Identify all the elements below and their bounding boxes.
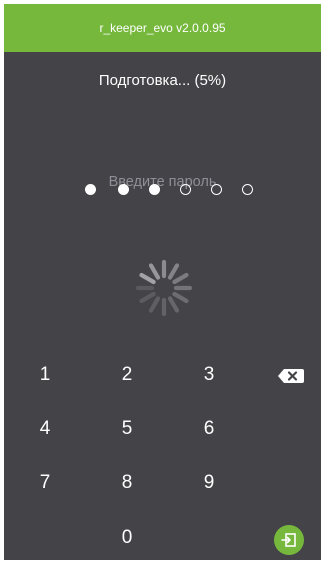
app-screen: r_keeper_evo v2.0.0.95 Подготовка... (5%… xyxy=(4,4,321,560)
key-4[interactable]: 4 xyxy=(20,412,70,446)
key-8[interactable]: 8 xyxy=(102,466,152,500)
pin-dot-empty xyxy=(180,184,191,195)
enter-login-button[interactable] xyxy=(274,525,304,555)
pin-dot-filled xyxy=(118,184,129,195)
pin-dot-empty xyxy=(242,184,253,195)
key-5[interactable]: 5 xyxy=(102,412,152,446)
pin-dot-empty xyxy=(211,184,222,195)
key-3[interactable]: 3 xyxy=(184,358,234,392)
key-0[interactable]: 0 xyxy=(102,521,152,555)
key-1[interactable]: 1 xyxy=(20,358,70,392)
key-2[interactable]: 2 xyxy=(102,358,152,392)
loading-status: Подготовка... (5%) xyxy=(98,72,227,89)
key-7[interactable]: 7 xyxy=(20,466,70,500)
app-title: r_keeper_evo v2.0.0.95 xyxy=(99,21,226,35)
pin-dot-filled xyxy=(85,184,96,195)
title-bar: r_keeper_evo v2.0.0.95 xyxy=(4,4,321,52)
spinner-icon xyxy=(135,259,193,317)
key-6[interactable]: 6 xyxy=(184,412,234,446)
backspace-icon[interactable] xyxy=(275,365,309,387)
enter-login-icon xyxy=(281,533,296,547)
key-9[interactable]: 9 xyxy=(184,466,234,500)
pin-indicator xyxy=(4,184,321,196)
pin-dot-filled xyxy=(149,184,160,195)
